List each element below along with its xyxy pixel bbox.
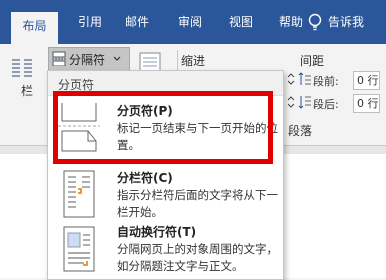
lightbulb-icon (308, 13, 322, 31)
tab-review[interactable]: 审阅 (178, 14, 202, 30)
breaks-dropdown-menu: 分页符 分页符(P) 标记一页结束与下一页开始的位置。 分栏符(C) 指示分栏符… (47, 70, 284, 280)
breaks-icon (52, 51, 66, 66)
menu-item-text-wrapping[interactable]: 自动换行符(T) 分隔网页上的对象周围的文字，如分隔题注文字与正文。 (48, 223, 283, 279)
space-after-label: 段后: (313, 98, 339, 111)
tab-view[interactable]: 视图 (229, 14, 253, 30)
menu-item-description: 标记一页结束与下一页开始的位置。 (117, 121, 278, 152)
columns-label: 栏 (21, 84, 34, 98)
tab-layout[interactable]: 布局 (11, 12, 58, 44)
spacing-label: 间距 (300, 54, 325, 68)
tab-mailings[interactable]: 邮件 (125, 14, 149, 30)
spin-arrows-icon[interactable] (286, 72, 296, 86)
menu-item-page-break[interactable]: 分页符(P) 标记一页结束与下一页开始的位置。 (48, 97, 283, 169)
column-break-icon (63, 170, 95, 218)
paragraph-group-label: 段落 (288, 124, 313, 138)
menu-item-title: 分页符(P) (117, 104, 173, 118)
menu-section-title: 分页符 (58, 78, 95, 92)
space-before-input[interactable]: 0 行 (353, 71, 380, 90)
menu-item-title: 自动换行符(T) (117, 225, 197, 239)
menu-item-column-break[interactable]: 分栏符(C) 指示分栏符后面的文字将从下一栏开始。 (48, 169, 283, 223)
chevron-down-icon (113, 56, 121, 61)
menu-section-header: 分页符 (48, 71, 283, 96)
menu-item-description: 指示分栏符后面的文字将从下一栏开始。 (117, 188, 278, 219)
space-before-icon (298, 72, 311, 85)
menu-item-description: 分隔网页上的对象周围的文字，如分隔题注文字与正文。 (117, 242, 278, 273)
space-after-input[interactable]: 0 行 (353, 94, 380, 113)
group-divider (177, 50, 178, 70)
tab-references[interactable]: 引用 (78, 14, 102, 30)
page-break-icon (58, 103, 100, 152)
menu-item-title: 分栏符(C) (117, 171, 173, 185)
tab-help[interactable]: 帮助 (279, 14, 303, 30)
ribbon-tab-bar: 布局 引用 邮件 审阅 视图 帮助 告诉我 (0, 0, 386, 44)
breaks-button[interactable]: 分隔符 (48, 47, 130, 71)
text-wrapping-icon (63, 226, 95, 272)
space-after-icon (298, 96, 311, 109)
indent-label: 缩进 (181, 54, 206, 68)
spin-arrows-icon[interactable] (286, 95, 296, 109)
tab-tell-me[interactable]: 告诉我 (328, 14, 364, 30)
columns-icon[interactable] (10, 56, 34, 80)
space-before-label: 段前: (313, 75, 339, 88)
breaks-button-label: 分隔符 (69, 53, 106, 67)
